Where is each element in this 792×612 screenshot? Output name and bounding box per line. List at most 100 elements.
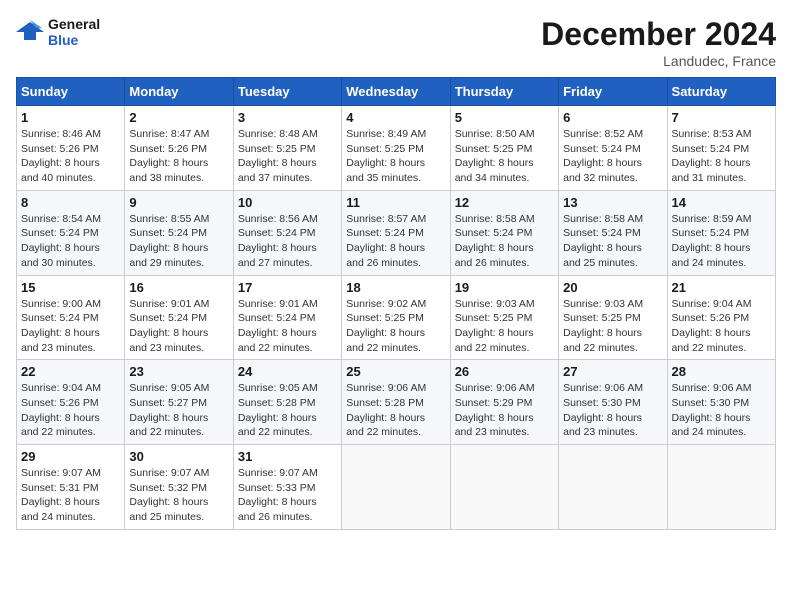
weekday-header-friday: Friday <box>559 78 667 106</box>
calendar-cell <box>342 445 450 530</box>
day-info: Sunrise: 8:57 AMSunset: 5:24 PMDaylight:… <box>346 212 445 271</box>
calendar-cell: 4 Sunrise: 8:49 AMSunset: 5:25 PMDaylight… <box>342 106 450 191</box>
day-info: Sunrise: 9:07 AMSunset: 5:31 PMDaylight:… <box>21 466 120 525</box>
day-number: 4 <box>346 110 445 125</box>
day-info: Sunrise: 9:07 AMSunset: 5:33 PMDaylight:… <box>238 466 337 525</box>
calendar-cell: 13 Sunrise: 8:58 AMSunset: 5:24 PMDayligh… <box>559 190 667 275</box>
day-number: 10 <box>238 195 337 210</box>
day-info: Sunrise: 9:05 AMSunset: 5:28 PMDaylight:… <box>238 381 337 440</box>
calendar-cell: 28 Sunrise: 9:06 AMSunset: 5:30 PMDayligh… <box>667 360 775 445</box>
weekday-header-saturday: Saturday <box>667 78 775 106</box>
calendar-cell: 12 Sunrise: 8:58 AMSunset: 5:24 PMDayligh… <box>450 190 558 275</box>
calendar-table: SundayMondayTuesdayWednesdayThursdayFrid… <box>16 77 776 530</box>
calendar-cell: 26Sunrise: 9:06 AMSunset: 5:29 PMDayligh… <box>450 360 558 445</box>
calendar-week-row: 22 Sunrise: 9:04 AMSunset: 5:26 PMDayligh… <box>17 360 776 445</box>
day-info: Sunrise: 8:54 AMSunset: 5:24 PMDaylight:… <box>21 212 120 271</box>
weekday-header-sunday: Sunday <box>17 78 125 106</box>
title-block: December 2024 Landudec, France <box>541 16 776 69</box>
day-number: 30 <box>129 449 228 464</box>
day-info: Sunrise: 8:49 AMSunset: 5:25 PMDaylight:… <box>346 127 445 186</box>
day-number: 18 <box>346 280 445 295</box>
day-info: Sunrise: 8:48 AMSunset: 5:25 PMDaylight:… <box>238 127 337 186</box>
day-info: Sunrise: 9:03 AMSunset: 5:25 PMDaylight:… <box>455 297 554 356</box>
calendar-cell: 15Sunrise: 9:00 AMSunset: 5:24 PMDayligh… <box>17 275 125 360</box>
day-number: 3 <box>238 110 337 125</box>
day-number: 13 <box>563 195 662 210</box>
day-number: 28 <box>672 364 771 379</box>
day-number: 9 <box>129 195 228 210</box>
calendar-cell: 25Sunrise: 9:06 AMSunset: 5:28 PMDayligh… <box>342 360 450 445</box>
calendar-cell: 10 Sunrise: 8:56 AMSunset: 5:24 PMDayligh… <box>233 190 341 275</box>
calendar-cell: 9 Sunrise: 8:55 AMSunset: 5:24 PMDaylight… <box>125 190 233 275</box>
day-number: 26 <box>455 364 554 379</box>
day-number: 6 <box>563 110 662 125</box>
day-info: Sunrise: 9:06 AMSunset: 5:30 PMDaylight:… <box>563 381 662 440</box>
calendar-cell: 24 Sunrise: 9:05 AMSunset: 5:28 PMDayligh… <box>233 360 341 445</box>
day-number: 1 <box>21 110 120 125</box>
day-number: 29 <box>21 449 120 464</box>
location: Landudec, France <box>541 53 776 69</box>
day-number: 22 <box>21 364 120 379</box>
logo-line2: Blue <box>48 32 100 48</box>
day-info: Sunrise: 9:05 AMSunset: 5:27 PMDaylight:… <box>129 381 228 440</box>
calendar-cell <box>667 445 775 530</box>
logo-line1: General <box>48 16 100 32</box>
weekday-header-thursday: Thursday <box>450 78 558 106</box>
calendar-cell: 29 Sunrise: 9:07 AMSunset: 5:31 PMDayligh… <box>17 445 125 530</box>
calendar-cell: 14 Sunrise: 8:59 AMSunset: 5:24 PMDayligh… <box>667 190 775 275</box>
day-info: Sunrise: 8:50 AMSunset: 5:25 PMDaylight:… <box>455 127 554 186</box>
day-info: Sunrise: 8:53 AMSunset: 5:24 PMDaylight:… <box>672 127 771 186</box>
day-info: Sunrise: 9:02 AMSunset: 5:25 PMDaylight:… <box>346 297 445 356</box>
day-number: 23 <box>129 364 228 379</box>
calendar-week-row: 8 Sunrise: 8:54 AMSunset: 5:24 PMDaylight… <box>17 190 776 275</box>
logo: General Blue <box>16 16 100 48</box>
calendar-cell: 5 Sunrise: 8:50 AMSunset: 5:25 PMDaylight… <box>450 106 558 191</box>
weekday-header-wednesday: Wednesday <box>342 78 450 106</box>
day-number: 21 <box>672 280 771 295</box>
day-number: 11 <box>346 195 445 210</box>
day-info: Sunrise: 9:04 AMSunset: 5:26 PMDaylight:… <box>21 381 120 440</box>
calendar-cell: 2 Sunrise: 8:47 AMSunset: 5:26 PMDaylight… <box>125 106 233 191</box>
calendar-cell <box>450 445 558 530</box>
day-info: Sunrise: 8:47 AMSunset: 5:26 PMDaylight:… <box>129 127 228 186</box>
day-info: Sunrise: 9:06 AMSunset: 5:28 PMDaylight:… <box>346 381 445 440</box>
day-info: Sunrise: 9:01 AMSunset: 5:24 PMDaylight:… <box>238 297 337 356</box>
day-number: 2 <box>129 110 228 125</box>
calendar-cell: 30 Sunrise: 9:07 AMSunset: 5:32 PMDayligh… <box>125 445 233 530</box>
calendar-week-row: 15Sunrise: 9:00 AMSunset: 5:24 PMDayligh… <box>17 275 776 360</box>
logo-icon <box>16 18 44 46</box>
day-number: 27 <box>563 364 662 379</box>
calendar-cell: 22 Sunrise: 9:04 AMSunset: 5:26 PMDayligh… <box>17 360 125 445</box>
calendar-cell: 19 Sunrise: 9:03 AMSunset: 5:25 PMDayligh… <box>450 275 558 360</box>
day-number: 7 <box>672 110 771 125</box>
day-info: Sunrise: 8:59 AMSunset: 5:24 PMDaylight:… <box>672 212 771 271</box>
calendar-cell: 23 Sunrise: 9:05 AMSunset: 5:27 PMDayligh… <box>125 360 233 445</box>
calendar-cell: 8 Sunrise: 8:54 AMSunset: 5:24 PMDaylight… <box>17 190 125 275</box>
day-number: 12 <box>455 195 554 210</box>
calendar-cell: 17Sunrise: 9:01 AMSunset: 5:24 PMDayligh… <box>233 275 341 360</box>
day-number: 8 <box>21 195 120 210</box>
day-info: Sunrise: 8:56 AMSunset: 5:24 PMDaylight:… <box>238 212 337 271</box>
day-info: Sunrise: 8:58 AMSunset: 5:24 PMDaylight:… <box>563 212 662 271</box>
day-info: Sunrise: 9:06 AMSunset: 5:30 PMDaylight:… <box>672 381 771 440</box>
day-number: 15 <box>21 280 120 295</box>
day-info: Sunrise: 9:03 AMSunset: 5:25 PMDaylight:… <box>563 297 662 356</box>
calendar-cell: 18 Sunrise: 9:02 AMSunset: 5:25 PMDayligh… <box>342 275 450 360</box>
calendar-cell: 7 Sunrise: 8:53 AMSunset: 5:24 PMDaylight… <box>667 106 775 191</box>
day-number: 20 <box>563 280 662 295</box>
day-number: 19 <box>455 280 554 295</box>
day-info: Sunrise: 9:07 AMSunset: 5:32 PMDaylight:… <box>129 466 228 525</box>
day-info: Sunrise: 8:58 AMSunset: 5:24 PMDaylight:… <box>455 212 554 271</box>
day-info: Sunrise: 9:04 AMSunset: 5:26 PMDaylight:… <box>672 297 771 356</box>
day-number: 14 <box>672 195 771 210</box>
calendar-week-row: 29 Sunrise: 9:07 AMSunset: 5:31 PMDayligh… <box>17 445 776 530</box>
calendar-cell <box>559 445 667 530</box>
month-title: December 2024 <box>541 16 776 53</box>
day-info: Sunrise: 8:55 AMSunset: 5:24 PMDaylight:… <box>129 212 228 271</box>
day-info: Sunrise: 8:46 AMSunset: 5:26 PMDaylight:… <box>21 127 120 186</box>
day-number: 24 <box>238 364 337 379</box>
day-number: 5 <box>455 110 554 125</box>
calendar-week-row: 1 Sunrise: 8:46 AMSunset: 5:26 PMDaylight… <box>17 106 776 191</box>
calendar-cell: 31Sunrise: 9:07 AMSunset: 5:33 PMDayligh… <box>233 445 341 530</box>
calendar-cell: 1 Sunrise: 8:46 AMSunset: 5:26 PMDaylight… <box>17 106 125 191</box>
